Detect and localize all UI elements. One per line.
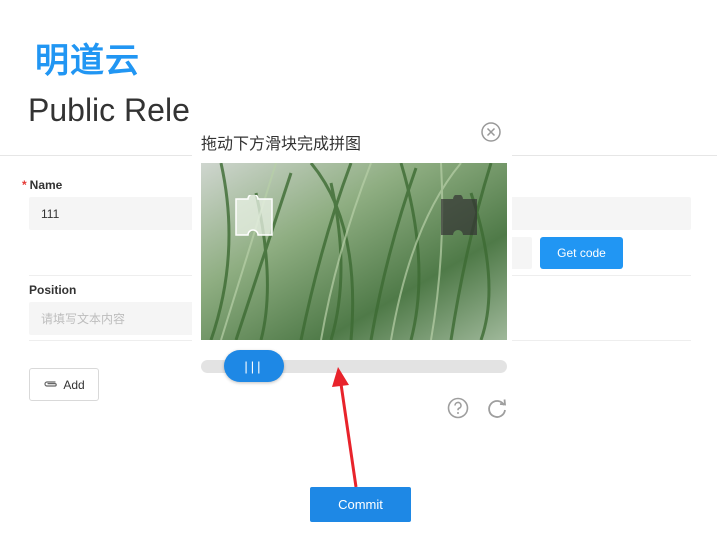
- position-placeholder: 请填写文本内容: [41, 312, 126, 326]
- puzzle-image: [201, 163, 507, 340]
- get-code-button[interactable]: Get code: [540, 237, 623, 269]
- close-icon[interactable]: [481, 122, 501, 142]
- app-logo: 明道云: [35, 41, 140, 81]
- refresh-icon[interactable]: [486, 397, 508, 419]
- captcha-title: 拖动下方滑块完成拼图: [201, 136, 362, 153]
- commit-button[interactable]: Commit: [310, 487, 411, 522]
- add-attachment-button[interactable]: Add: [29, 368, 99, 401]
- required-marker: *: [22, 178, 27, 192]
- puzzle-piece-icon: [235, 195, 273, 236]
- page-title: Public Rele: [28, 92, 190, 128]
- slider-handle[interactable]: |||: [224, 350, 284, 382]
- code-input[interactable]: [510, 237, 532, 269]
- captcha-dialog: 拖动下方滑块完成拼图 |||: [192, 115, 512, 425]
- paperclip-icon: [43, 378, 59, 392]
- position-label: Position: [29, 283, 77, 297]
- puzzle-slot-icon: [441, 195, 477, 235]
- name-label: * Name: [22, 178, 63, 192]
- help-icon[interactable]: [447, 397, 469, 419]
